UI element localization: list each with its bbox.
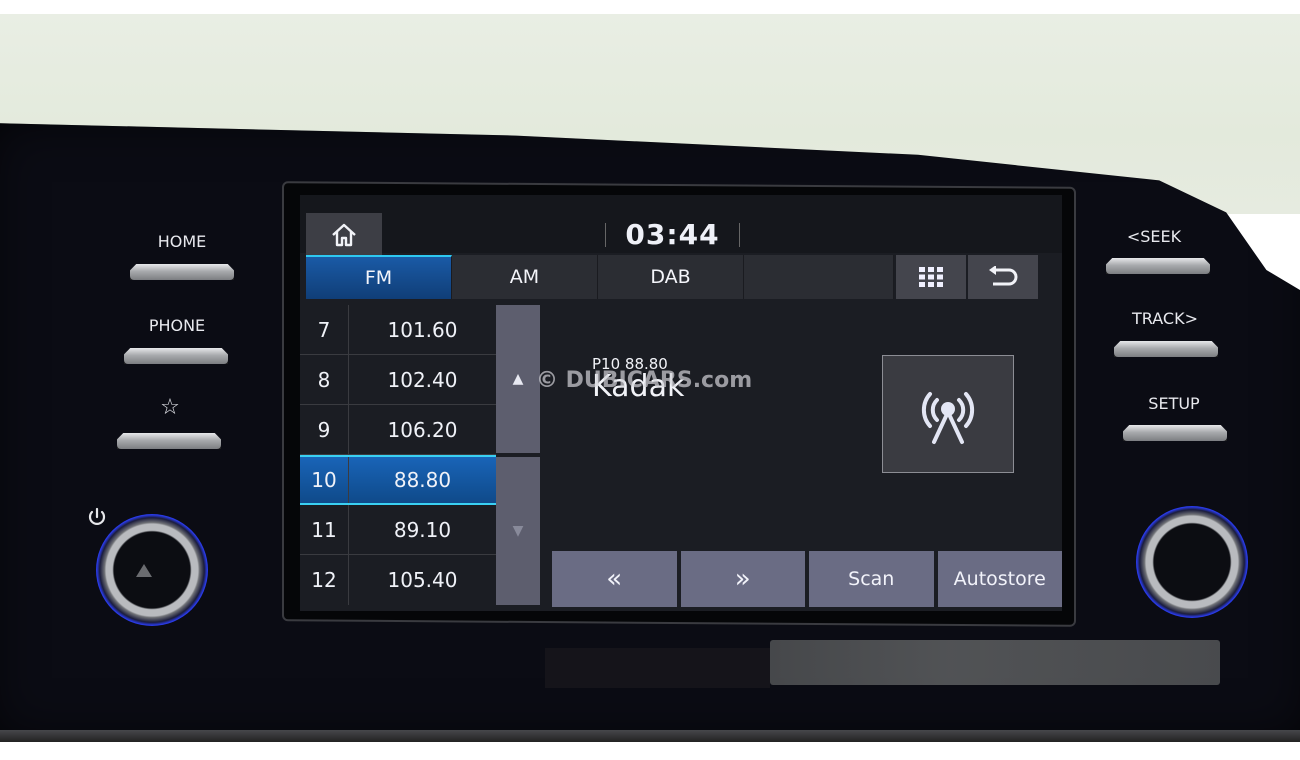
preset-frequency: 88.80 xyxy=(393,468,452,492)
volume-power-knob[interactable] xyxy=(96,514,208,626)
tab-am[interactable]: AM xyxy=(452,255,598,299)
preset-item[interactable]: 9 106.20 xyxy=(300,405,496,455)
seek-hw-label: <SEEK xyxy=(1126,227,1182,246)
tuner-controls: « » Scan Autostore xyxy=(552,551,1062,607)
preset-frequency: 101.60 xyxy=(387,317,458,342)
tab-fm[interactable]: FM xyxy=(306,255,452,299)
preset-frequency: 102.40 xyxy=(387,367,458,392)
reflection-dark xyxy=(545,648,770,688)
back-arrow-icon xyxy=(989,266,1018,286)
preset-frequency: 106.20 xyxy=(387,417,458,442)
preset-item[interactable]: 8 102.40 xyxy=(300,355,496,405)
preset-number: 9 xyxy=(300,405,349,454)
scan-button[interactable]: Scan xyxy=(809,551,934,607)
preset-number: 12 xyxy=(300,555,349,605)
setup-hw-label: SETUP xyxy=(1148,394,1200,413)
home-hw-button[interactable] xyxy=(130,264,234,280)
menu-button[interactable] xyxy=(896,255,966,299)
tab-empty xyxy=(744,255,894,299)
grid-menu-icon xyxy=(919,267,943,287)
preset-item[interactable]: 7 101.60 xyxy=(300,305,496,355)
preset-number: 11 xyxy=(300,505,349,554)
preset-item-selected[interactable]: 10 88.80 xyxy=(300,455,496,505)
phone-hw-label: PHONE xyxy=(148,316,206,335)
triangle-up-icon: ▲ xyxy=(512,371,524,387)
tune-knob[interactable] xyxy=(1136,506,1248,618)
preset-frequency: 105.40 xyxy=(387,568,458,592)
preset-item[interactable]: 12 105.40 xyxy=(300,555,496,605)
home-icon xyxy=(332,223,356,247)
favorite-hw-button[interactable] xyxy=(117,433,221,449)
preset-list: 7 101.60 8 102.40 9 106.20 10 88.80 11 8… xyxy=(300,305,496,611)
home-hw-label: HOME xyxy=(157,232,207,251)
power-icon xyxy=(88,507,106,525)
preset-number: 10 xyxy=(300,457,349,503)
radio-antenna-icon xyxy=(921,392,975,444)
clock: 03:44 xyxy=(605,215,740,253)
reflection xyxy=(770,640,1220,685)
track-hw-label: TRACK> xyxy=(1132,309,1198,328)
band-tabs: FM AM DAB xyxy=(306,255,1048,299)
status-bar: 03:44 xyxy=(300,195,1062,257)
seek-back-button[interactable]: « xyxy=(552,551,677,607)
dashboard-trim xyxy=(0,730,1300,742)
star-icon: ☆ xyxy=(160,395,180,420)
scroll-down-button[interactable]: ▼ xyxy=(496,457,540,605)
autostore-button[interactable]: Autostore xyxy=(937,551,1062,607)
station-name: Kadak xyxy=(592,369,685,404)
preset-scrollbar: ▲ ▼ xyxy=(496,305,540,609)
knob-arrow-icon xyxy=(136,564,152,577)
preset-frequency: 89.10 xyxy=(393,517,452,542)
preset-number: 8 xyxy=(300,355,349,404)
track-hw-button[interactable] xyxy=(1114,341,1218,357)
seek-forward-button[interactable]: » xyxy=(680,551,805,607)
now-playing: P10 88.80 Kadak xyxy=(592,355,685,404)
home-button[interactable] xyxy=(306,213,382,257)
preset-item[interactable]: 11 89.10 xyxy=(300,505,496,555)
phone-hw-button[interactable] xyxy=(124,348,228,364)
seek-hw-button[interactable] xyxy=(1106,258,1210,274)
tab-dab[interactable]: DAB xyxy=(598,255,744,299)
scroll-up-button[interactable]: ▲ xyxy=(496,305,540,453)
infotainment-screen: 03:44 FM AM DAB 7 101.60 8 102.40 9 106.… xyxy=(300,195,1062,611)
back-button[interactable] xyxy=(968,255,1038,299)
preset-number: 7 xyxy=(300,305,349,354)
triangle-down-icon: ▼ xyxy=(512,523,524,539)
station-artwork xyxy=(882,355,1014,473)
setup-hw-button[interactable] xyxy=(1123,425,1227,441)
